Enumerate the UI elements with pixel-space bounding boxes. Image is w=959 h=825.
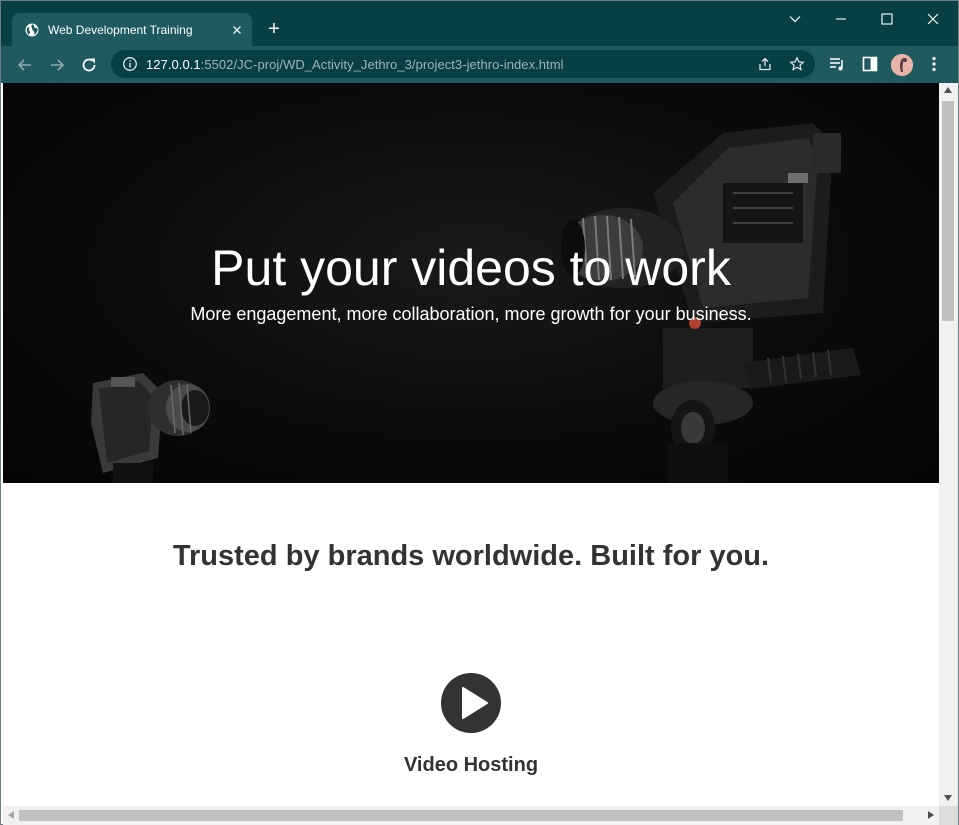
arrow-left-icon[interactable] (14, 54, 36, 76)
scroll-up-arrow-icon[interactable] (944, 87, 952, 93)
camera-right-image (561, 123, 861, 483)
play-circle-icon (441, 673, 501, 733)
scroll-right-arrow-icon[interactable] (928, 811, 934, 819)
url-path: :5502/JC-proj/WD_Activity_Jethro_3/proje… (200, 57, 564, 72)
browser-window: Web Development Training + 127.0.0.1:550… (0, 0, 959, 825)
info-icon[interactable] (122, 56, 138, 72)
hero-subtitle: More engagement, more collaboration, mor… (190, 304, 752, 324)
horizontal-scrollbar[interactable] (3, 806, 939, 825)
scrollbar-corner (939, 806, 958, 825)
star-icon[interactable] (789, 56, 805, 72)
hero-banner: Put your videos to work More engagement,… (3, 83, 939, 483)
share-icon[interactable] (757, 56, 773, 72)
close-icon[interactable] (229, 22, 245, 38)
arrow-right-icon[interactable] (46, 54, 68, 76)
scroll-down-arrow-icon[interactable] (944, 795, 952, 801)
camera-left-image (91, 373, 210, 483)
tab-title: Web Development Training (48, 23, 193, 37)
profile-avatar[interactable] (891, 54, 913, 76)
minimize-icon[interactable] (831, 9, 851, 29)
url-host: 127.0.0.1 (146, 57, 201, 72)
chevron-down-icon[interactable] (785, 9, 805, 29)
horizontal-scroll-thumb[interactable] (19, 810, 903, 821)
page-viewport: Put your videos to work More engagement,… (3, 83, 939, 806)
trust-heading: Trusted by brands worldwide. Built for y… (172, 540, 770, 572)
browser-toolbar: 127.0.0.1:5502/JC-proj/WD_Activity_Jethr… (1, 46, 958, 83)
profile-avatar-image (891, 54, 913, 76)
browser-tab[interactable]: Web Development Training (12, 13, 252, 47)
media-control-icon[interactable] (828, 55, 846, 73)
feature-title-video-hosting: Video Hosting (403, 754, 539, 776)
vertical-scrollbar[interactable] (939, 83, 958, 806)
browser-titlebar: Web Development Training + (1, 1, 958, 47)
close-icon[interactable] (923, 9, 943, 29)
new-tab-button[interactable]: + (263, 19, 285, 41)
side-panel-icon[interactable] (861, 55, 879, 73)
hero-title: Put your videos to work (211, 240, 731, 296)
maximize-icon[interactable] (877, 9, 897, 29)
globe-icon (25, 23, 39, 37)
scroll-left-arrow-icon[interactable] (8, 811, 14, 819)
url-text: 127.0.0.1:5502/JC-proj/WD_Activity_Jethr… (146, 57, 564, 72)
address-bar[interactable]: 127.0.0.1:5502/JC-proj/WD_Activity_Jethr… (111, 50, 815, 78)
more-menu-icon[interactable] (925, 55, 943, 73)
vertical-scroll-thumb[interactable] (942, 101, 954, 321)
reload-icon[interactable] (78, 54, 100, 76)
